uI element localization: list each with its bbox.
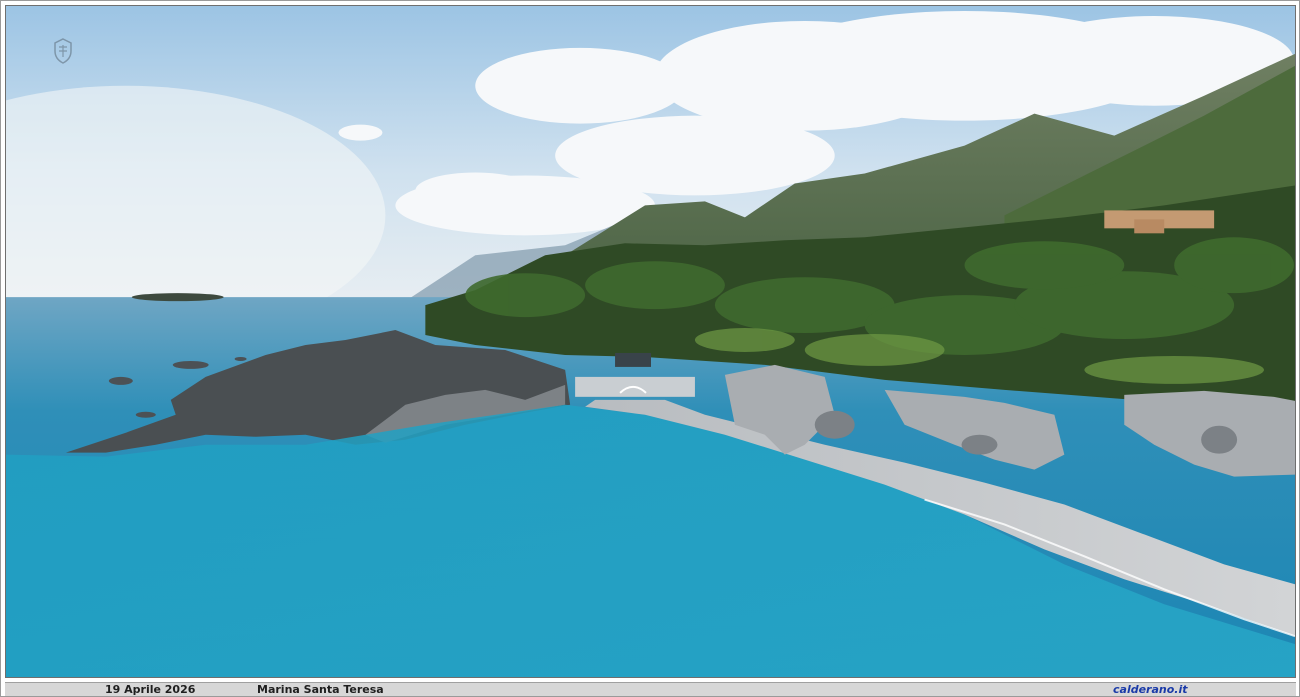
island — [131, 293, 224, 302]
photo-location: Marina Santa Teresa — [257, 683, 384, 696]
logo-crest-icon — [54, 38, 72, 64]
photo-frame: 19 Aprile 2026 Marina Santa Teresa calde… — [0, 0, 1300, 697]
site-link[interactable]: calderano.it — [1113, 683, 1188, 697]
coastal-scene — [6, 6, 1295, 677]
caption-bar: 19 Aprile 2026 Marina Santa Teresa calde… — [5, 682, 1296, 696]
panorama-photo — [5, 5, 1296, 678]
photo-date: 19 Aprile 2026 — [105, 683, 196, 696]
